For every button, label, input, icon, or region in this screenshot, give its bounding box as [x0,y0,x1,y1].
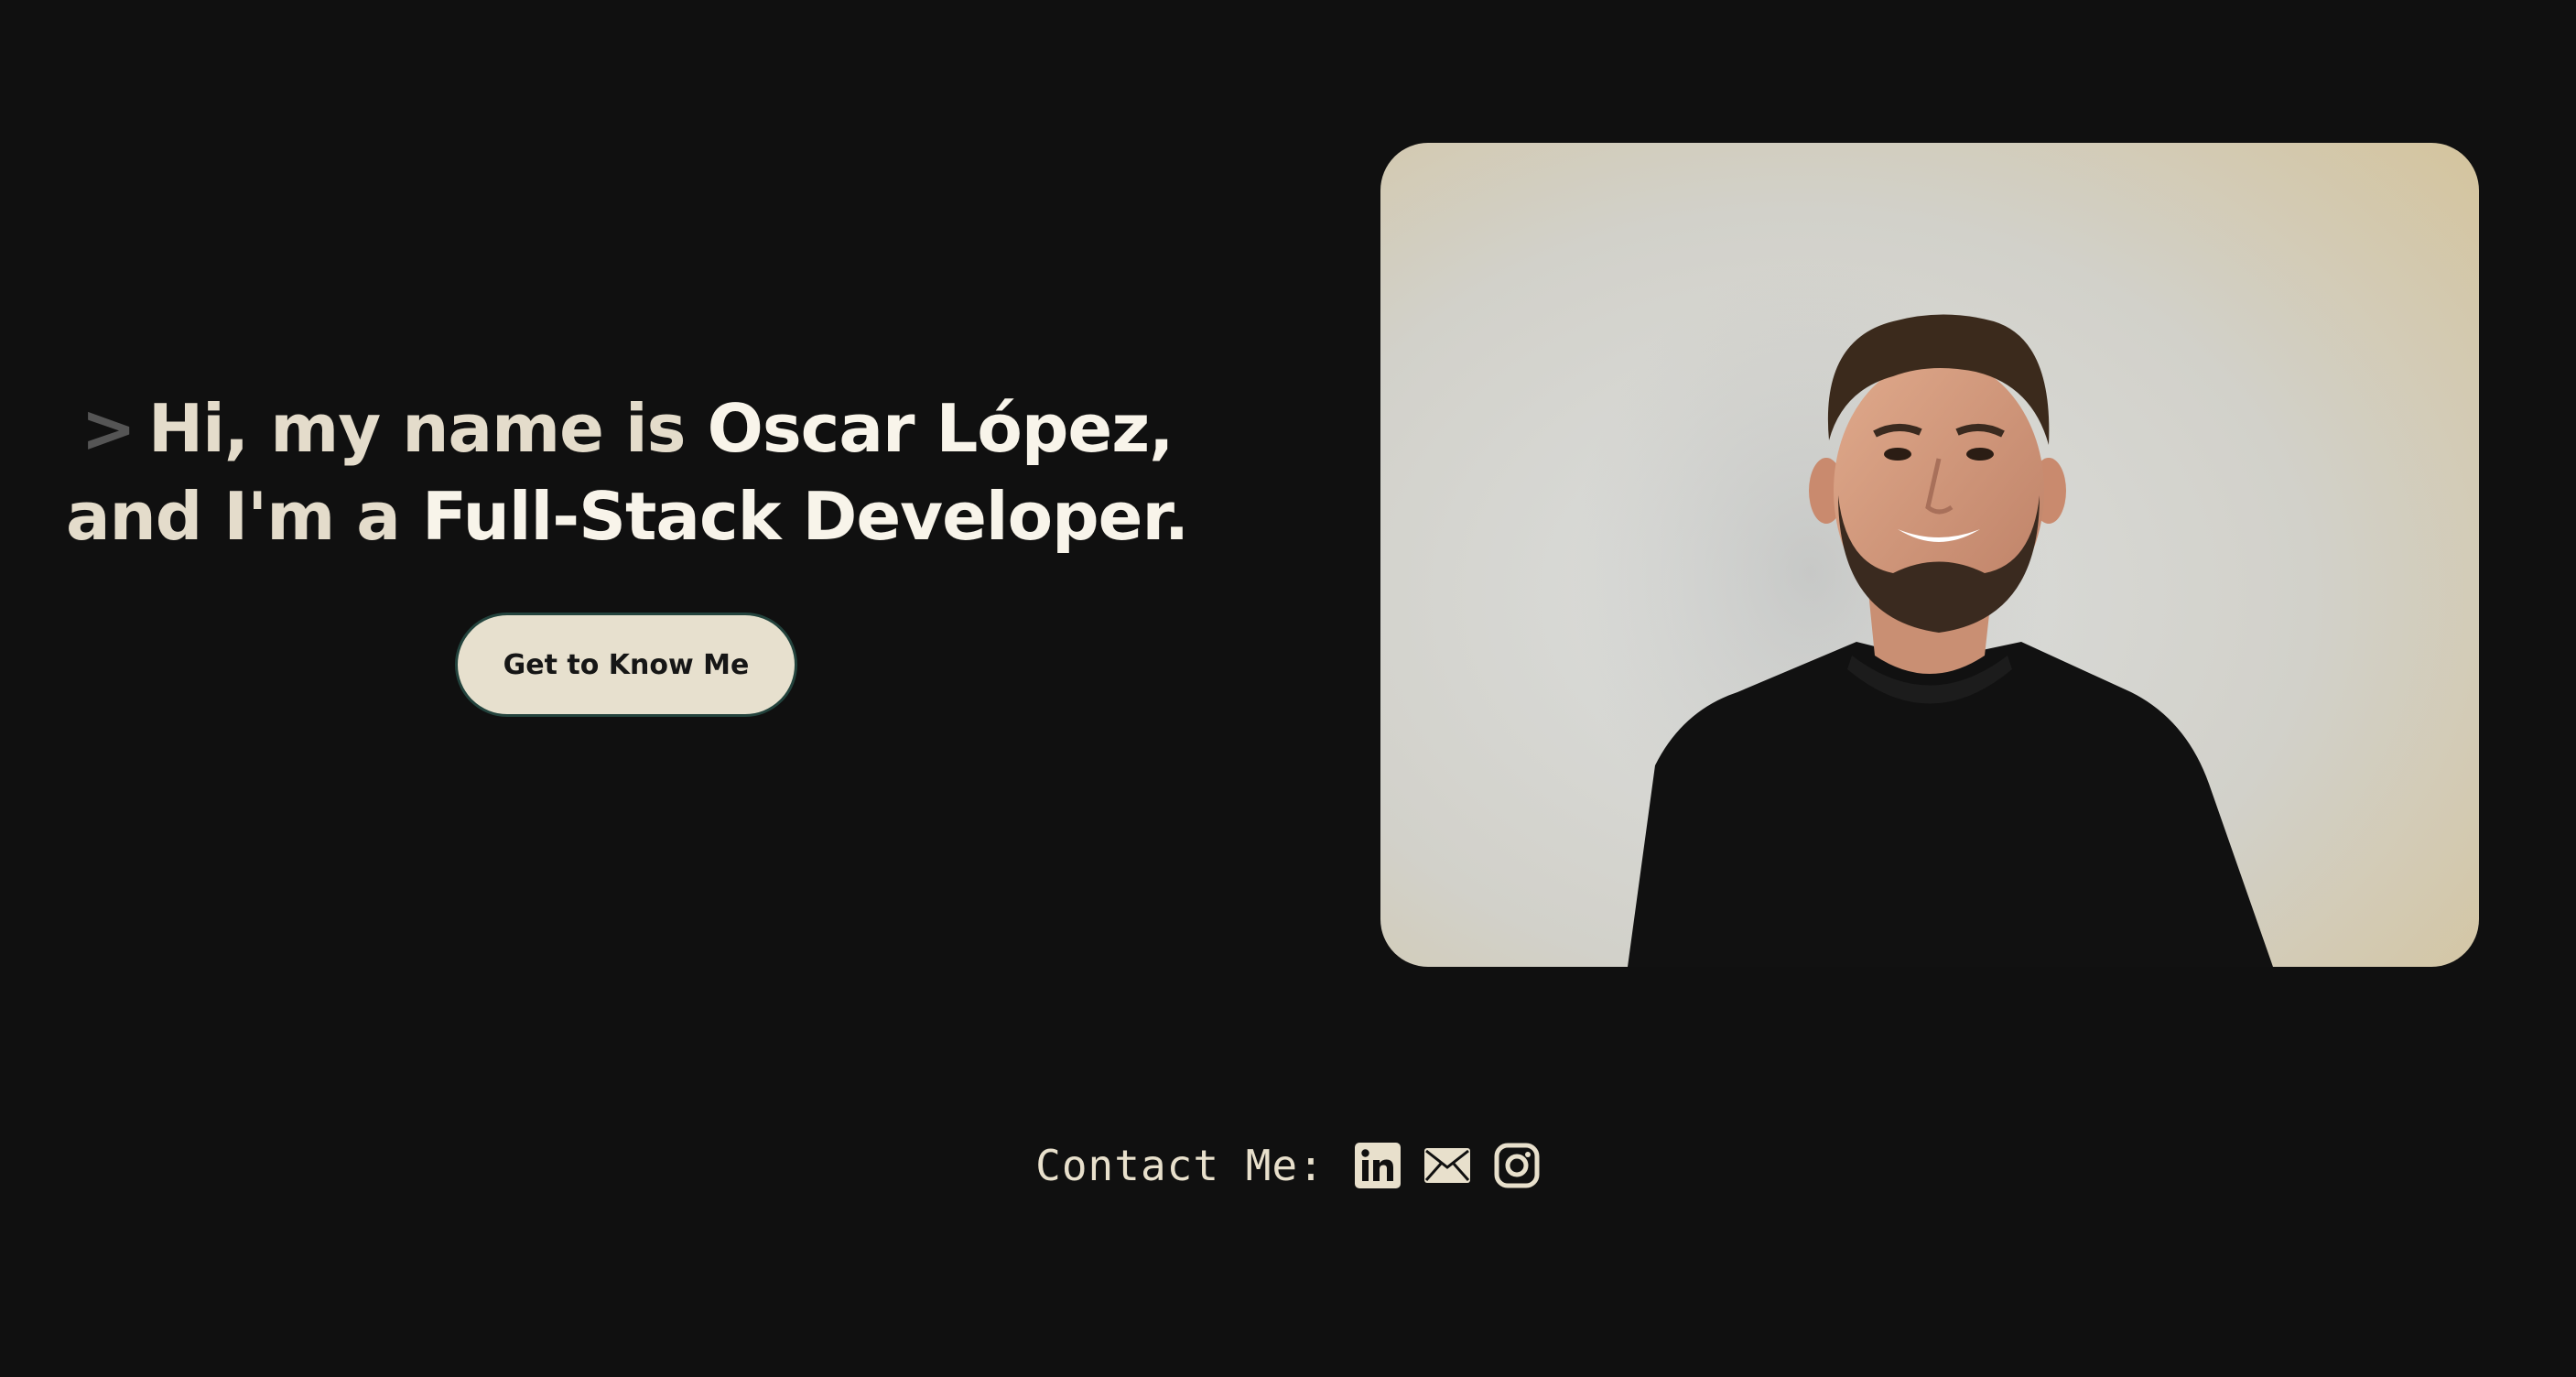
greeting-text: Hi, my name is [147,390,687,467]
email-icon[interactable] [1423,1142,1471,1189]
linkedin-icon[interactable] [1354,1142,1402,1189]
hero-line-2: and I'm a Full-Stack Developer. [0,472,1254,560]
contact-bar: Contact Me: [0,1141,2576,1190]
hero-heading: > Hi, my name is Oscar López, and I'm a F… [0,385,1254,560]
hero-line-1: > Hi, my name is Oscar López, [0,385,1254,472]
profile-photo [1380,143,2479,967]
prompt-chevron: > [81,390,136,467]
get-to-know-me-button[interactable]: Get to Know Me [455,613,797,717]
contact-label: Contact Me: [1035,1141,1325,1190]
developer-name: Oscar López, [707,390,1174,467]
developer-role: Full-Stack Developer. [421,478,1189,555]
intro-text: and I'm a [65,478,401,555]
instagram-icon[interactable] [1493,1142,1541,1189]
